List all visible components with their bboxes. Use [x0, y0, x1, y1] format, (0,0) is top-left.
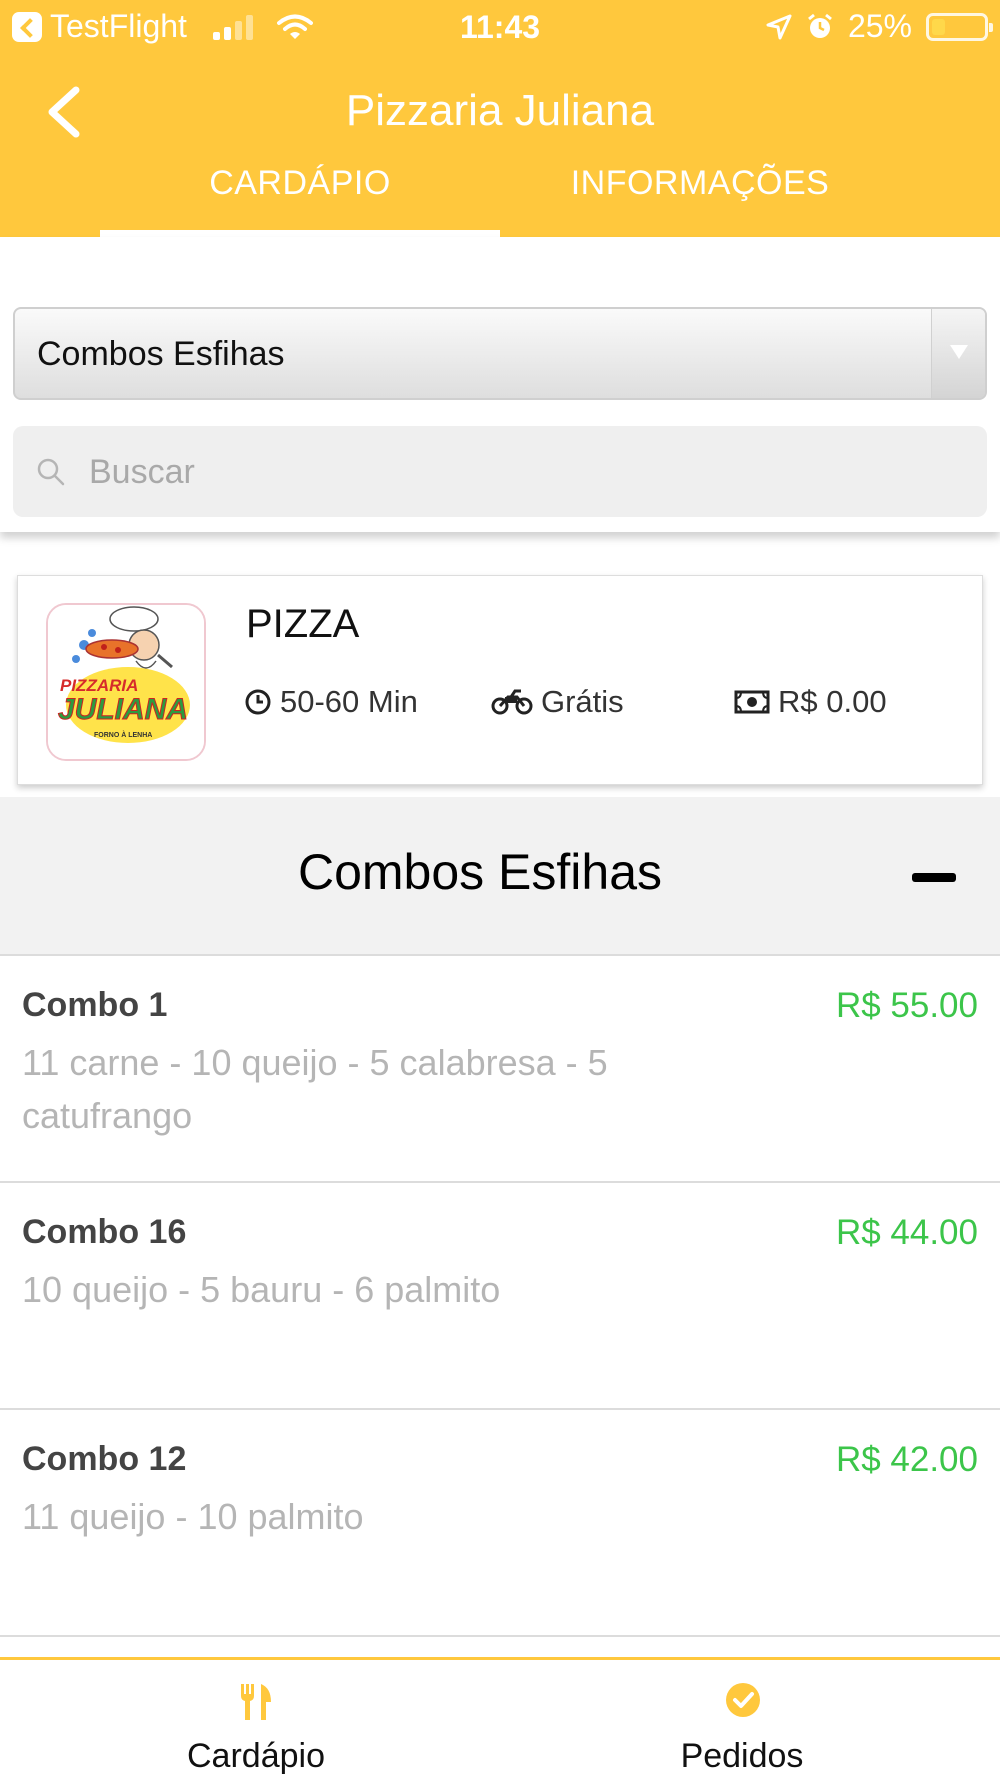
top-tabs: CARDÁPIO INFORMAÇÕES — [0, 160, 1000, 237]
tab-informacoes[interactable]: INFORMAÇÕES — [500, 160, 900, 237]
battery-level — [932, 18, 945, 35]
motorcycle-icon — [491, 689, 533, 715]
status-right: 25% — [766, 8, 993, 45]
status-bar: TestFlight 11:43 25% — [0, 0, 1000, 56]
product-description: 11 carne - 10 queijo - 5 calabresa - 5 c… — [22, 1042, 608, 1136]
bottom-tab-pedidos[interactable]: Pedidos — [500, 1660, 1000, 1778]
page-title: Pizzaria Juliana — [345, 86, 655, 135]
check-circle-icon — [726, 1683, 760, 1717]
product-description: 11 queijo - 10 palmito — [22, 1496, 364, 1537]
section-title: Combos Esfihas — [297, 844, 663, 900]
search-bar[interactable] — [13, 426, 987, 517]
logo-sub-text: FORNO À LENHA — [94, 730, 152, 739]
category-dropdown[interactable]: Combos Esfihas — [13, 307, 987, 400]
delivery-fee: Grátis — [491, 684, 624, 720]
store-info-card[interactable]: PIZZARIA JULIANA FORNO À LENHA PIZZA 50-… — [17, 575, 983, 785]
bottom-tab-cardapio[interactable]: Cardápio — [0, 1660, 500, 1778]
minimum-order: R$ 0.00 — [734, 684, 887, 720]
active-tab-indicator — [100, 230, 500, 237]
search-input[interactable] — [89, 444, 969, 500]
bottom-tab-bar: Cardápio Pedidos — [0, 1657, 1000, 1778]
store-logo: PIZZARIA JULIANA FORNO À LENHA — [46, 603, 206, 761]
bottom-tab-label: Pedidos — [680, 1737, 804, 1775]
product-name: Combo 1 — [22, 986, 168, 1024]
product-list: Combo 1 11 carne - 10 queijo - 5 calabre… — [0, 956, 1000, 1637]
filter-panel: Combos Esfihas — [0, 237, 1000, 532]
money-icon — [734, 690, 770, 714]
category-selected-value: Combos Esfihas — [37, 335, 285, 373]
product-item[interactable]: Combo 1 11 carne - 10 queijo - 5 calabre… — [0, 956, 1000, 1183]
battery-percent: 25% — [847, 8, 912, 44]
alarm-icon — [808, 13, 832, 38]
bottom-tab-label: Cardápio — [187, 1737, 325, 1775]
product-price: R$ 44.00 — [835, 1213, 978, 1252]
product-item[interactable]: Combo 12 11 queijo - 10 palmito R$ 42.00 — [0, 1410, 1000, 1637]
product-price: R$ 55.00 — [835, 986, 978, 1025]
utensils-icon — [241, 1684, 271, 1720]
location-arrow-icon — [766, 14, 792, 39]
pizzaria-logo-image: PIZZARIA JULIANA FORNO À LENHA — [48, 605, 204, 759]
minimum-order-value: R$ 0.00 — [778, 684, 887, 719]
dropdown-arrow-icon[interactable] — [931, 309, 985, 398]
logo-main-text: JULIANA — [58, 693, 188, 726]
delivery-time: 50-60 Min — [244, 684, 418, 720]
store-name: PIZZA — [246, 602, 360, 646]
collapse-minus-icon[interactable] — [912, 861, 956, 897]
product-name: Combo 16 — [22, 1213, 187, 1251]
category-section-header[interactable]: Combos Esfihas — [0, 797, 1000, 956]
product-name: Combo 12 — [22, 1440, 187, 1478]
battery-icon — [926, 12, 993, 41]
app-header: TestFlight 11:43 25% Pizzaria Juliana CA… — [0, 0, 1000, 237]
product-description: 10 queijo - 5 bauru - 6 palmito — [22, 1269, 501, 1310]
clock-icon — [245, 689, 271, 715]
delivery-time-value: 50-60 Min — [280, 684, 418, 719]
product-price: R$ 42.00 — [835, 1440, 978, 1479]
search-icon — [37, 458, 65, 486]
product-item[interactable]: Combo 16 10 queijo - 5 bauru - 6 palmito… — [0, 1183, 1000, 1410]
tab-cardapio[interactable]: CARDÁPIO — [100, 160, 500, 237]
delivery-fee-value: Grátis — [541, 684, 624, 719]
